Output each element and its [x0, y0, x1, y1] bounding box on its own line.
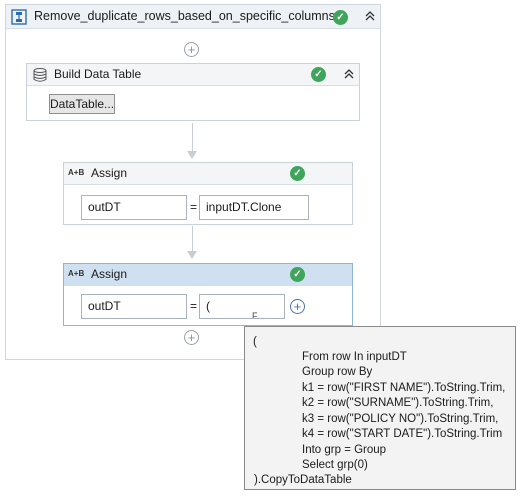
assign-header[interactable]: A+B Assign ✓	[64, 264, 352, 286]
tooltip-line: k2 = row("SURNAME").ToString.Trim,	[302, 397, 494, 409]
assign-icon: A+B	[68, 269, 85, 278]
assign-activity-2[interactable]: A+B Assign ✓ outDT = ( F +	[63, 263, 353, 326]
datatable-button[interactable]: DataTable...	[49, 94, 115, 114]
assign-value-text: (	[206, 299, 210, 313]
build-data-table-activity[interactable]: Build Data Table ✓ DataTable...	[26, 63, 360, 121]
tooltip-line: ).CopyToDataTable	[254, 474, 352, 486]
sequence-container[interactable]: Remove_duplicate_rows_based_on_specific_…	[5, 4, 381, 360]
add-assignment-button[interactable]: +	[290, 299, 305, 314]
assign-icon: A+B	[68, 168, 85, 177]
valid-check-icon: ✓	[311, 67, 326, 82]
tooltip-line: k3 = row("POLICY NO").ToString.Trim,	[302, 413, 499, 425]
valid-check-icon: ✓	[333, 10, 348, 25]
equals-sign: =	[190, 200, 198, 214]
add-activity-button[interactable]: +	[184, 330, 199, 345]
equals-sign: =	[190, 299, 198, 313]
assign-title: Assign	[91, 267, 128, 281]
tooltip-line: (	[253, 336, 257, 348]
assign-activity-1[interactable]: A+B Assign ✓ outDT = inputDT.Clone	[63, 162, 353, 225]
sequence-icon	[11, 9, 27, 25]
collapse-icon[interactable]	[363, 10, 377, 24]
tooltip-line: From row In inputDT	[302, 351, 407, 363]
connector-arrow-icon	[187, 151, 197, 159]
connector-line	[192, 226, 193, 253]
sequence-title: Remove_duplicate_rows_based_on_specific_…	[34, 9, 335, 23]
valid-check-icon: ✓	[290, 166, 305, 181]
tooltip-line: Into grp = Group	[302, 444, 387, 456]
assign-header[interactable]: A+B Assign ✓	[64, 163, 352, 185]
assign-title: Assign	[91, 166, 128, 180]
assign-value-overflow: F	[252, 311, 258, 319]
tooltip-line: k1 = row("FIRST NAME").ToString.Trim,	[302, 382, 506, 394]
assign-to-field[interactable]: outDT	[81, 195, 187, 220]
connector-line	[192, 123, 193, 153]
tooltip-line: Group row By	[302, 366, 373, 378]
connector-arrow-icon	[187, 251, 197, 259]
build-data-table-title: Build Data Table	[54, 67, 142, 81]
tooltip-line: k4 = row("START DATE").ToString.Trim	[302, 428, 503, 440]
collapse-icon[interactable]	[342, 68, 356, 82]
sequence-header[interactable]: Remove_duplicate_rows_based_on_specific_…	[6, 5, 380, 29]
valid-check-icon: ✓	[290, 267, 305, 282]
table-icon	[33, 68, 47, 82]
tooltip-line: Select grp(0)	[302, 459, 368, 471]
build-data-table-header[interactable]: Build Data Table ✓	[27, 64, 359, 86]
expression-tooltip: ( From row In inputDT Group row By k1 = …	[244, 326, 516, 490]
assign-to-field[interactable]: outDT	[81, 294, 187, 319]
assign-value-field[interactable]: inputDT.Clone	[199, 195, 309, 220]
add-activity-button[interactable]: +	[184, 42, 199, 57]
assign-value-field[interactable]: ( F	[199, 294, 285, 319]
